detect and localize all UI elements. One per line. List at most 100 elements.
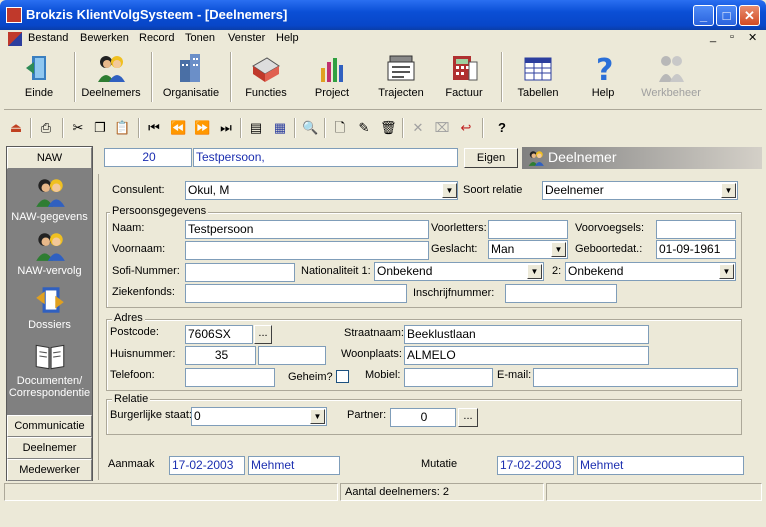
- dossiers-icon: [35, 287, 64, 313]
- burgerlijke-staat-dropdown-icon[interactable]: ▼: [310, 409, 325, 424]
- menu-bewerken[interactable]: Bewerken: [80, 32, 129, 44]
- nav-footer-medewerker[interactable]: Medewerker: [7, 459, 92, 481]
- first-record-icon[interactable]: ⏮: [146, 120, 162, 136]
- deelnemers-button[interactable]: Deelnemers: [78, 50, 144, 106]
- close-button[interactable]: ✕: [739, 5, 760, 26]
- open-icon[interactable]: ⏏: [8, 120, 24, 136]
- nav-item-naw-gegevens[interactable]: NAW-gegevens: [7, 175, 92, 223]
- voornaam-label: Voornaam:: [112, 243, 166, 255]
- nationaliteit2-select[interactable]: Onbekend: [565, 262, 736, 281]
- previous-record-icon[interactable]: ⏪: [170, 120, 186, 136]
- people-icon: [35, 179, 65, 207]
- cut-icon[interactable]: ✂: [70, 120, 86, 136]
- grid-view-icon[interactable]: ▦: [272, 120, 288, 136]
- factuur-button[interactable]: Factuur: [431, 50, 497, 106]
- einde-button[interactable]: Einde: [6, 50, 72, 106]
- geheim-checkbox[interactable]: [336, 370, 349, 383]
- nationaliteit2-dropdown-icon[interactable]: ▼: [719, 264, 734, 279]
- menu-tonen[interactable]: Tonen: [185, 32, 215, 44]
- status-pane-right: [546, 483, 762, 501]
- sofi-field[interactable]: [185, 263, 295, 282]
- trajecten-button[interactable]: Trajecten: [368, 50, 434, 106]
- nav-item-dossiers[interactable]: Dossiers: [7, 283, 92, 331]
- maximize-button[interactable]: □: [716, 5, 737, 26]
- record-id-field[interactable]: 20: [104, 148, 192, 167]
- menu-bestand[interactable]: Bestand: [28, 32, 68, 44]
- telefoon-field[interactable]: [185, 368, 275, 387]
- huisnummer-field[interactable]: 35: [185, 346, 256, 365]
- title-bar[interactable]: Brokzis KlientVolgSysteem - [Deelnemers]…: [0, 0, 766, 30]
- mdi-minimize-button[interactable]: _: [710, 31, 716, 43]
- nationaliteit1-select[interactable]: Onbekend: [374, 262, 544, 281]
- window-title: Brokzis KlientVolgSysteem - [Deelnemers]: [26, 7, 288, 22]
- woonplaats-field[interactable]: ALMELO: [404, 346, 649, 365]
- record-name-field[interactable]: Testpersoon,: [193, 148, 458, 167]
- naam-field[interactable]: Testpersoon: [185, 220, 429, 239]
- toolbar-separator: [74, 52, 76, 102]
- help-icon[interactable]: ?: [494, 120, 510, 136]
- mdi-restore-button[interactable]: ▫: [730, 31, 734, 43]
- nav-footer-deelnemer[interactable]: Deelnemer: [7, 437, 92, 459]
- eigen-button[interactable]: Eigen: [464, 148, 518, 168]
- inschrijfnummer-field[interactable]: [505, 284, 617, 303]
- nav-item-naw-vervolg[interactable]: NAW-vervolg: [7, 229, 92, 277]
- burgerlijke-staat-select[interactable]: 0: [191, 407, 327, 426]
- werkbeheer-button[interactable]: Werkbeheer: [638, 50, 704, 106]
- tabellen-button[interactable]: Tabellen: [505, 50, 571, 106]
- partner-field[interactable]: 0: [390, 408, 456, 427]
- cancel-icon[interactable]: ✕: [410, 120, 426, 136]
- book-icon: [35, 344, 64, 370]
- postcode-lookup-button[interactable]: ...: [254, 325, 272, 344]
- menu-record[interactable]: Record: [139, 32, 174, 44]
- voorvoegsels-label: Voorvoegsels:: [575, 222, 645, 234]
- app-icon[interactable]: [6, 7, 22, 23]
- consulent-dropdown-icon[interactable]: ▼: [442, 183, 457, 198]
- project-icon: [321, 58, 343, 82]
- new-record-icon[interactable]: 🗋: [332, 120, 348, 136]
- mdi-close-button[interactable]: ✕: [748, 31, 757, 44]
- nationaliteit1-dropdown-icon[interactable]: ▼: [527, 264, 542, 279]
- consulent-select[interactable]: Okul, M: [185, 181, 458, 200]
- copy-icon[interactable]: ❐: [92, 120, 108, 136]
- nav-footer-communicatie[interactable]: Communicatie: [7, 415, 92, 437]
- mobiel-field[interactable]: [404, 368, 493, 387]
- save-icon[interactable]: ⌧: [434, 120, 450, 136]
- menu-help[interactable]: Help: [276, 32, 299, 44]
- undo-icon[interactable]: ↩: [458, 120, 474, 136]
- geboortedat-field[interactable]: 01-09-1961: [656, 240, 736, 259]
- delete-record-icon[interactable]: 🗑: [380, 120, 397, 136]
- voornaam-field[interactable]: [185, 241, 429, 260]
- menu-venster[interactable]: Venster: [228, 32, 265, 44]
- status-bar: Aantal deelnemers: 2: [4, 483, 762, 501]
- huisnummer-toevoeging-field[interactable]: [258, 346, 326, 365]
- email-label: E-mail:: [497, 369, 532, 381]
- search-icon[interactable]: 🔍: [302, 120, 318, 136]
- postcode-field[interactable]: 7606SX: [185, 325, 253, 344]
- soort-relatie-select[interactable]: Deelnemer: [542, 181, 738, 200]
- nav-item-documenten[interactable]: Documenten/ Correspondentie: [7, 339, 92, 399]
- project-button[interactable]: Project: [299, 50, 365, 106]
- paste-icon[interactable]: 📋: [114, 120, 130, 136]
- straatnaam-field[interactable]: Beeklustlaan: [404, 325, 649, 344]
- voorletters-field[interactable]: [488, 220, 568, 239]
- toolbar-separator: [482, 118, 484, 138]
- burgerlijke-staat-label: Burgerlijke staat:: [110, 409, 192, 421]
- mdi-icon[interactable]: [8, 32, 22, 46]
- organisatie-button[interactable]: Organisatie: [158, 50, 224, 106]
- partner-lookup-button[interactable]: ...: [458, 408, 478, 427]
- list-view-icon[interactable]: ▤: [248, 120, 264, 136]
- email-field[interactable]: [533, 368, 738, 387]
- voorvoegsels-field[interactable]: [656, 220, 736, 239]
- last-record-icon[interactable]: ⏭: [218, 120, 234, 136]
- geslacht-dropdown-icon[interactable]: ▼: [551, 242, 566, 257]
- ziekenfonds-field[interactable]: [185, 284, 407, 303]
- functies-button[interactable]: Functies: [233, 50, 299, 106]
- mobiel-label: Mobiel:: [365, 369, 401, 381]
- next-record-icon[interactable]: ⏩: [194, 120, 210, 136]
- minimize-button[interactable]: _: [693, 5, 714, 26]
- nav-header-naw[interactable]: NAW: [7, 147, 92, 169]
- print-icon[interactable]: ⎙: [38, 120, 54, 136]
- help-button[interactable]: ? Help: [570, 50, 636, 106]
- edit-record-icon[interactable]: ✎: [356, 120, 372, 136]
- soort-relatie-dropdown-icon[interactable]: ▼: [721, 183, 736, 198]
